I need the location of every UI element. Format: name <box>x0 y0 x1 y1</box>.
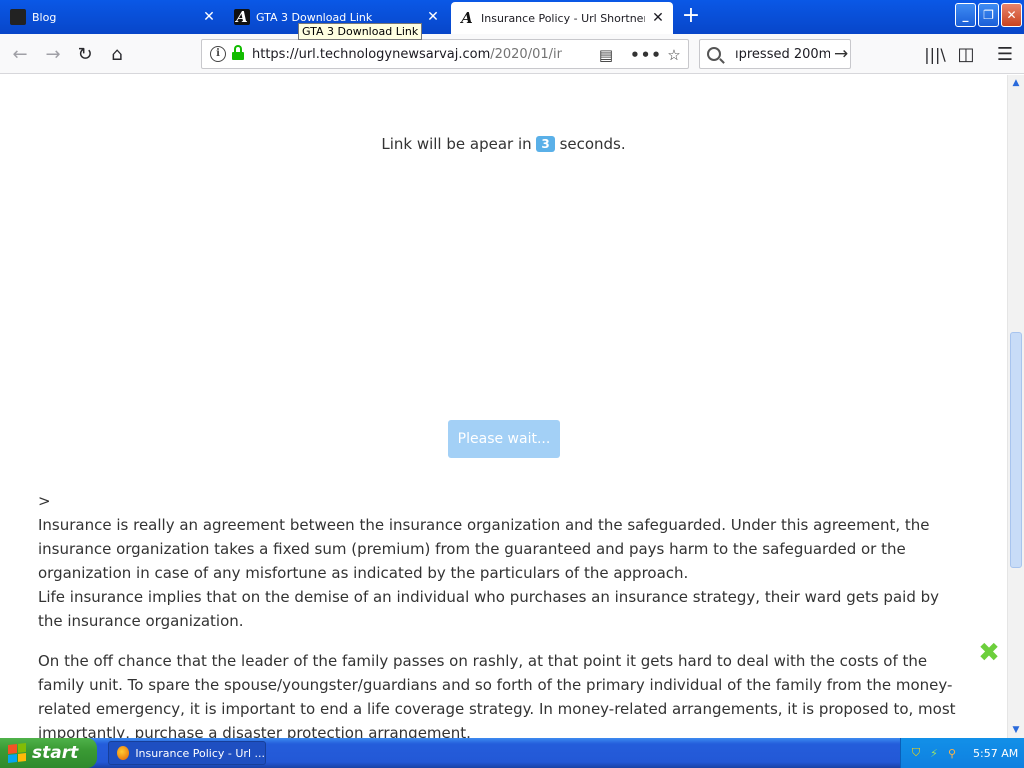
close-tab-icon[interactable]: ✕ <box>651 11 665 25</box>
tab-label: GTA 3 Download Link <box>256 10 373 24</box>
taskbar-firefox-window[interactable]: Insurance Policy - Url ... <box>108 741 266 765</box>
url-text[interactable]: https://url.technologynewsarvaj.com/2020… <box>252 47 562 62</box>
countdown-badge: 3 <box>536 136 555 152</box>
lock-icon[interactable] <box>232 45 244 60</box>
page-content: Link will be apear in 3 seconds. Please … <box>0 75 1007 738</box>
windows-logo-icon <box>8 743 26 763</box>
start-button[interactable]: start <box>0 738 97 768</box>
tab-strip: Blog ✕ A GTA 3 Download Link ✕ A Insuran… <box>0 0 1024 34</box>
close-tab-icon[interactable]: ✕ <box>202 10 216 24</box>
tab-blog[interactable]: Blog ✕ <box>2 1 224 33</box>
paragraph-3: On the off chance that the leader of the… <box>38 652 956 738</box>
please-wait-button[interactable]: Please wait... <box>448 420 560 458</box>
scroll-down-arrow-icon[interactable]: ▼ <box>1008 722 1024 738</box>
system-tray: ⛉ ⚡ ⚲ 5:57 AM <box>900 738 1024 768</box>
network-icon[interactable]: ⚡ <box>927 746 941 760</box>
site-favicon-icon: A <box>461 9 473 27</box>
firefox-icon <box>117 746 130 760</box>
close-ad-icon[interactable]: ✖ <box>978 640 1000 666</box>
reader-view-icon[interactable]: ▤ <box>596 45 616 65</box>
countdown-text: Link will be apear in 3 seconds. <box>0 135 1007 153</box>
library-icon[interactable]: |||\ <box>923 42 947 66</box>
countdown-suffix: seconds. <box>559 135 626 153</box>
clock: 5:57 AM <box>973 746 1019 760</box>
minimize-button[interactable]: _ <box>955 3 976 27</box>
url-host: https://url.technologynewsarvaj.com <box>252 46 491 62</box>
new-tab-button[interactable]: + <box>678 4 704 30</box>
url-path: /2020/01/insuran <box>490 46 562 62</box>
restore-button[interactable]: ❐ <box>978 3 999 27</box>
address-bar[interactable]: i https://url.technologynewsarvaj.com/20… <box>201 39 689 69</box>
countdown-prefix: Link will be apear in <box>381 135 532 153</box>
start-label: start <box>32 743 79 763</box>
tab-label: Blog <box>32 10 57 24</box>
sidebar-icon[interactable]: ◫ <box>954 42 978 66</box>
vertical-scrollbar[interactable]: ▲ ▼ <box>1007 75 1024 738</box>
windows-taskbar: start Insurance Policy - Url ... ⛉ ⚡ ⚲ 5… <box>0 738 1024 768</box>
reload-icon[interactable]: ↻ <box>73 42 97 66</box>
scroll-thumb[interactable] <box>1010 332 1022 568</box>
blog-favicon-icon <box>10 9 26 25</box>
marker-text: > <box>38 492 51 510</box>
paragraph-2: Life insurance implies that on the demis… <box>38 588 940 630</box>
navigation-toolbar: ← → ↻ ⌂ i https://url.technologynewsarva… <box>0 34 1024 74</box>
search-icon <box>707 47 721 61</box>
security-shield-icon[interactable]: ⛉ <box>909 746 923 760</box>
tab-tooltip: GTA 3 Download Link <box>298 23 423 40</box>
tab-label: Insurance Policy - Url Shortner By <box>481 11 645 25</box>
close-window-button[interactable]: ✕ <box>1001 3 1022 27</box>
search-input[interactable]: ıpressed 200mb <box>735 47 830 62</box>
forward-arrow-icon[interactable]: → <box>41 42 65 66</box>
scroll-up-arrow-icon[interactable]: ▲ <box>1008 75 1024 91</box>
site-favicon-icon: A <box>234 8 250 26</box>
tab-insurance-policy[interactable]: A Insurance Policy - Url Shortner By ✕ <box>451 2 673 34</box>
close-tab-icon[interactable]: ✕ <box>426 10 440 24</box>
home-icon[interactable]: ⌂ <box>105 42 129 66</box>
back-arrow-icon[interactable]: ← <box>8 42 32 66</box>
page-actions-icon[interactable]: ••• <box>630 45 661 65</box>
article-body: > Insurance is really an agreement betwe… <box>38 489 968 738</box>
window-controls: _ ❐ ✕ <box>955 3 1022 27</box>
search-go-arrow-icon[interactable]: → <box>834 44 848 64</box>
hamburger-menu-icon[interactable]: ☰ <box>993 42 1017 66</box>
search-tray-icon[interactable]: ⚲ <box>945 746 959 760</box>
info-icon[interactable]: i <box>210 46 226 62</box>
paragraph-1: Insurance is really an agreement between… <box>38 516 930 582</box>
search-bar[interactable]: ıpressed 200mb → <box>699 39 851 69</box>
taskbar-window-label: Insurance Policy - Url ... <box>135 746 265 760</box>
bookmark-star-icon[interactable]: ☆ <box>664 45 684 65</box>
